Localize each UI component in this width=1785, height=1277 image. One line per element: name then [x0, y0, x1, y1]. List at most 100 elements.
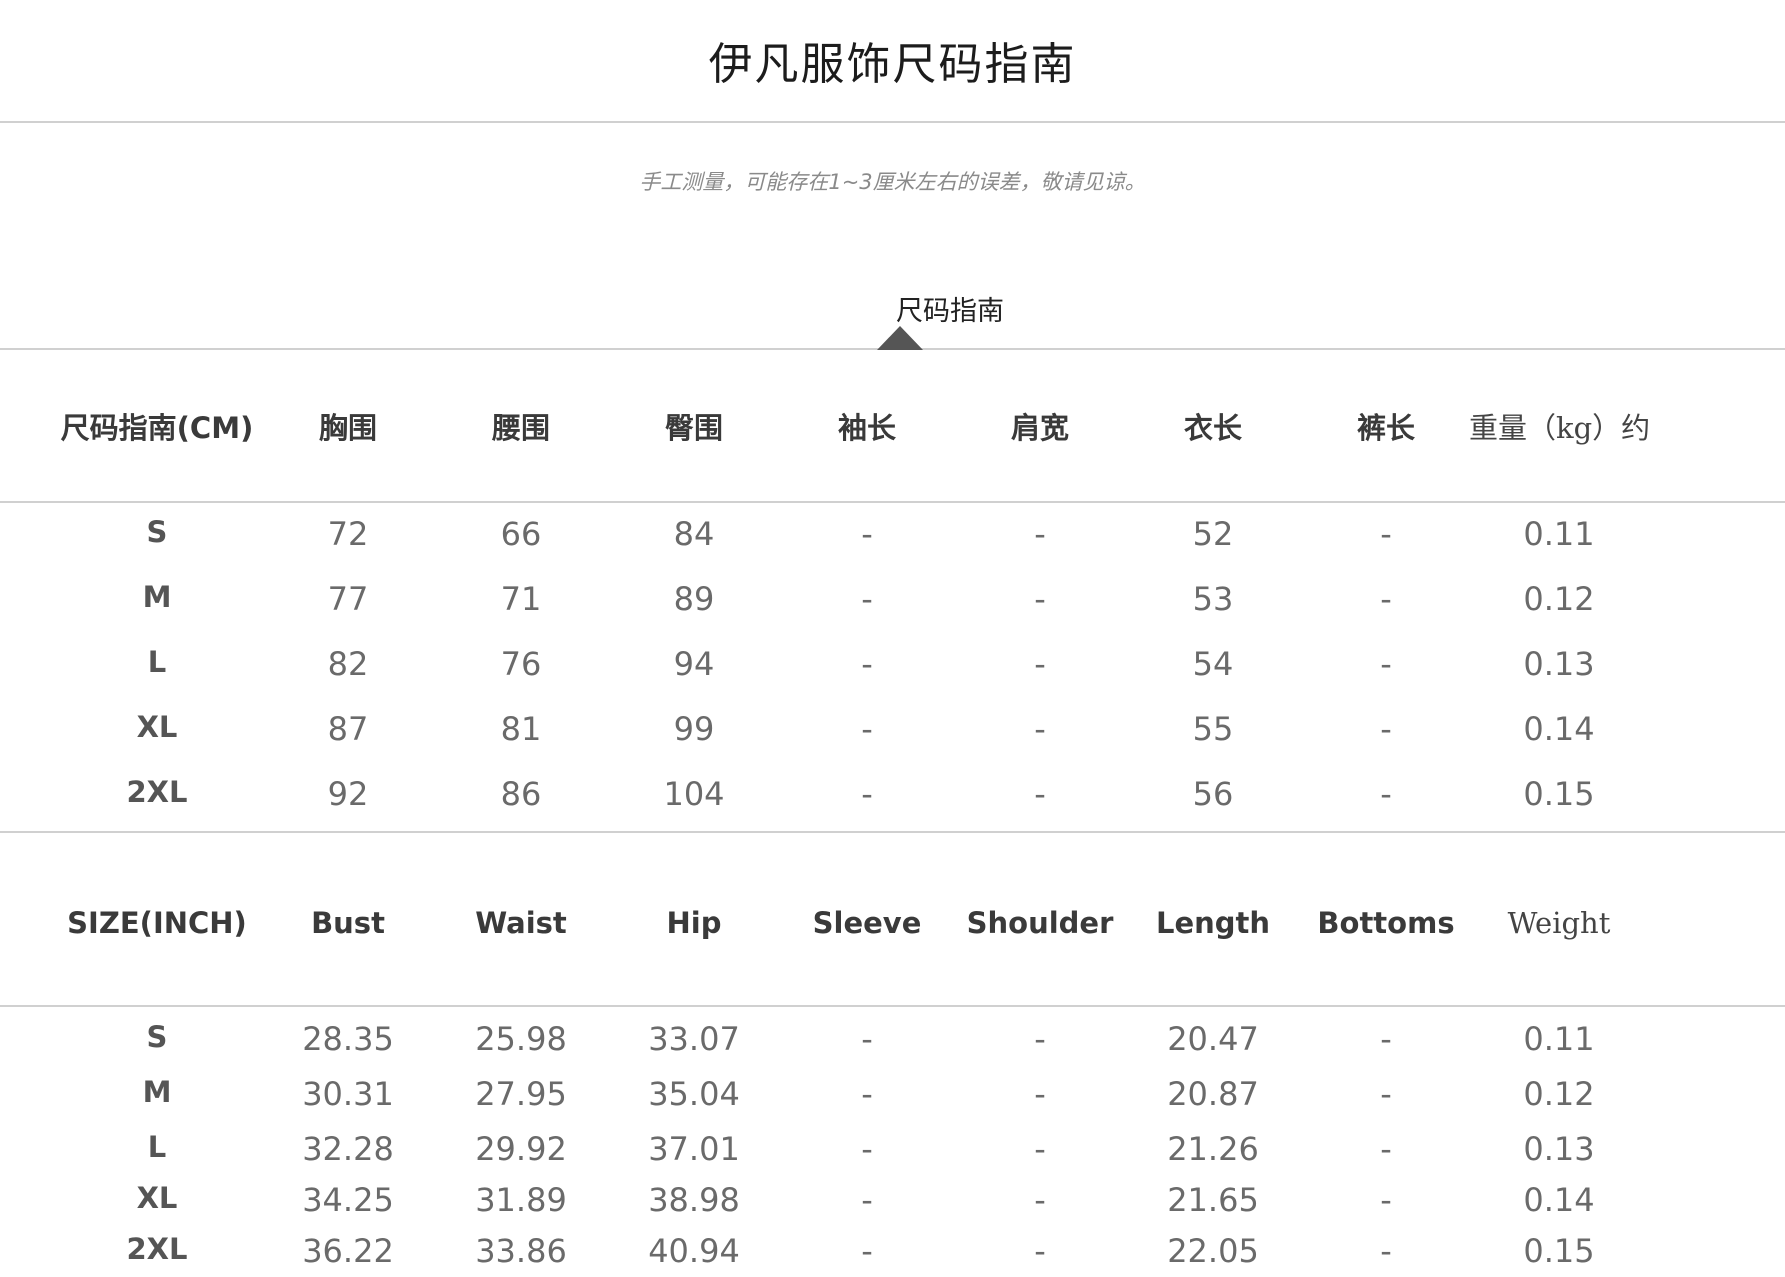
table-cell: -: [1380, 1181, 1392, 1219]
table-cell: 36.22: [302, 1232, 394, 1270]
table-cell: 0.12: [1523, 1075, 1595, 1113]
divider: [0, 831, 1785, 833]
table-cell: 54: [1192, 645, 1234, 683]
size-label: L: [147, 1130, 167, 1164]
table-cell: 55: [1192, 710, 1234, 748]
table-cell: 27.95: [475, 1075, 567, 1113]
column-header: Length: [1155, 906, 1271, 940]
tab-size-guide[interactable]: 尺码指南: [0, 289, 1785, 328]
table-cell: 52: [1192, 515, 1234, 553]
table-cell: 71: [500, 580, 542, 618]
divider: [0, 121, 1785, 123]
size-label: M: [142, 580, 172, 614]
table-cell: -: [861, 1181, 873, 1219]
column-header: 胸围: [318, 411, 377, 445]
table-cell: -: [861, 580, 873, 618]
table-cell: 0.12: [1523, 580, 1595, 618]
table-cell: 0.15: [1523, 1232, 1595, 1270]
table-cell: -: [1034, 645, 1046, 683]
table-cell: -: [1034, 515, 1046, 553]
column-header: 腰围: [491, 411, 550, 445]
table-cell: -: [861, 645, 873, 683]
column-header: Weight: [1507, 906, 1611, 940]
table-cell: 25.98: [475, 1020, 567, 1058]
table-cell: -: [861, 515, 873, 553]
table-cell: -: [861, 1075, 873, 1113]
table-cell: 0.15: [1523, 775, 1595, 813]
size-label: S: [146, 1020, 168, 1054]
size-label: L: [147, 645, 167, 679]
table-cell: -: [1380, 1232, 1392, 1270]
table-cell: 21.65: [1167, 1181, 1259, 1219]
table-cell: -: [1380, 645, 1392, 683]
column-header: 重量（kg）约: [1469, 411, 1651, 445]
table-cell: -: [1380, 775, 1392, 813]
size-label: 2XL: [126, 1232, 188, 1266]
table-cell: 86: [500, 775, 542, 813]
column-header: Sleeve: [812, 906, 922, 940]
table-cell: -: [1034, 1181, 1046, 1219]
table-cell: 33.07: [648, 1020, 740, 1058]
column-header: 衣长: [1183, 411, 1242, 445]
table-cell: 76: [500, 645, 542, 683]
table-cell: -: [861, 775, 873, 813]
table-cell: 84: [673, 515, 715, 553]
column-header: Bottoms: [1317, 906, 1455, 940]
table-cell: -: [1380, 1075, 1392, 1113]
table-cell: 53: [1192, 580, 1234, 618]
table-cell: -: [1034, 580, 1046, 618]
size-label: XL: [136, 710, 178, 744]
table-cell: 99: [673, 710, 715, 748]
column-header: Hip: [666, 906, 722, 940]
table-cell: -: [861, 710, 873, 748]
table-cell: 0.13: [1523, 645, 1595, 683]
divider: [0, 1005, 1785, 1007]
table-cell: -: [861, 1232, 873, 1270]
table-cell: 0.14: [1523, 710, 1595, 748]
table-cell: -: [1380, 580, 1392, 618]
column-header: SIZE(INCH): [67, 906, 247, 940]
column-header: 臀围: [664, 411, 723, 445]
table-cell: 37.01: [648, 1130, 740, 1168]
column-header: 袖长: [837, 411, 896, 445]
table-cell: -: [1380, 710, 1392, 748]
table-cell: -: [1034, 1075, 1046, 1113]
table-cell: 0.11: [1523, 515, 1595, 553]
table-cell: 33.86: [475, 1232, 567, 1270]
table-cell: 22.05: [1167, 1232, 1259, 1270]
table-cell: 32.28: [302, 1130, 394, 1168]
table-cell: 94: [673, 645, 715, 683]
table-cell: -: [1034, 775, 1046, 813]
table-cell: 31.89: [475, 1181, 567, 1219]
measurement-note: 手工测量，可能存在1~3厘米左右的误差，敬请见谅。: [639, 170, 1146, 194]
table-cell: -: [1380, 1130, 1392, 1168]
table-cell: 66: [500, 515, 542, 553]
size-label: S: [146, 515, 168, 549]
table-cell: 81: [500, 710, 542, 748]
size-label: M: [142, 1075, 172, 1109]
table-cell: 0.13: [1523, 1130, 1595, 1168]
table-cell: 77: [327, 580, 369, 618]
table-cell: -: [1034, 1232, 1046, 1270]
table-cell: 21.26: [1167, 1130, 1259, 1168]
column-header: 肩宽: [1010, 411, 1069, 445]
table-cell: -: [1380, 1020, 1392, 1058]
table-cell: 104: [663, 775, 725, 813]
table-cell: 56: [1192, 775, 1234, 813]
tab-indicator-arrow: [877, 326, 923, 350]
page-title: 伊凡服饰尺码指南: [708, 39, 1077, 90]
table-cell: 38.98: [648, 1181, 740, 1219]
column-header: Shoulder: [966, 906, 1114, 940]
table-cell: 0.11: [1523, 1020, 1595, 1058]
table-cell: 89: [673, 580, 715, 618]
table-cell: 92: [327, 775, 369, 813]
column-header: Bust: [311, 906, 385, 940]
table-cell: 34.25: [302, 1181, 394, 1219]
table-cell: 87: [327, 710, 369, 748]
table-cell: 20.47: [1167, 1020, 1259, 1058]
column-header: 尺码指南(CM): [60, 411, 254, 445]
table-cell: -: [1034, 710, 1046, 748]
table-cell: 35.04: [648, 1075, 740, 1113]
table-cell: 72: [327, 515, 369, 553]
table-cell: -: [1380, 515, 1392, 553]
